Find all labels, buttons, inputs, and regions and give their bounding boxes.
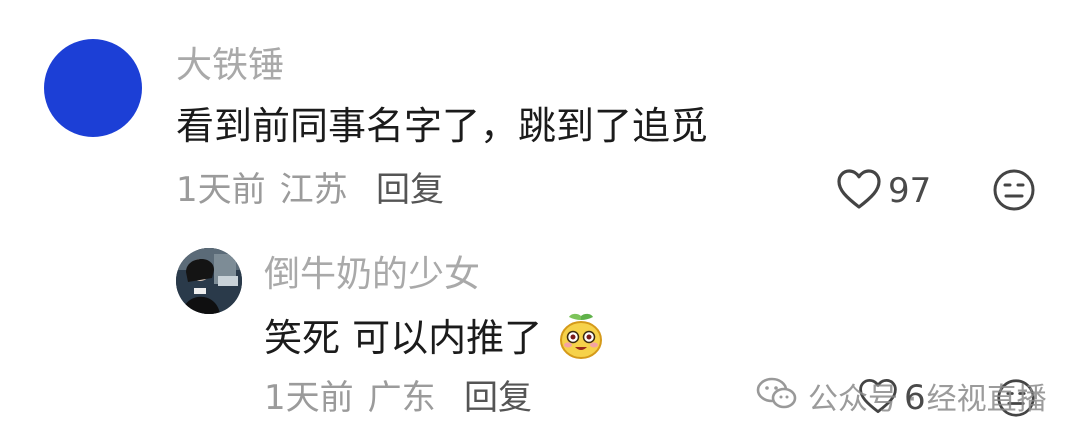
reply-button[interactable]: 回复: [376, 170, 444, 210]
watermark: 公众号 · 经视直播: [756, 376, 1047, 423]
reply-text: 笑死 可以内推了: [264, 316, 543, 360]
dislike-button[interactable]: [992, 168, 1036, 216]
reply-location: 广东: [367, 378, 436, 418]
reply-username[interactable]: 倒牛奶的少女: [264, 255, 480, 295]
comment-username[interactable]: 大铁锤: [176, 46, 284, 86]
heart-outline-icon: [836, 168, 882, 214]
meh-face-icon: [992, 169, 1036, 216]
reply-meta: 1天前 广东: [264, 378, 436, 418]
avatar[interactable]: [176, 248, 242, 314]
reply-button[interactable]: 回复: [464, 378, 532, 418]
comment-time: 1天前: [176, 170, 266, 210]
reply-time: 1天前: [264, 378, 354, 418]
comment-meta: 1天前 江苏: [176, 170, 348, 210]
comment-text: 看到前同事名字了，跳到了追觅: [176, 104, 709, 148]
smiling-mango-emoji: [558, 312, 604, 369]
comment-thread: 大铁锤 看到前同事名字了，跳到了追觅 1天前 江苏 回复 97 倒牛奶的少女 笑…: [0, 0, 1080, 441]
like-count: 97: [888, 171, 932, 211]
reply-text-row: 笑死 可以内推了: [264, 312, 604, 369]
watermark-text: 公众号 · 经视直播: [808, 381, 1047, 417]
avatar[interactable]: [44, 39, 142, 137]
like-button[interactable]: 97: [836, 168, 931, 214]
comment-location: 江苏: [279, 170, 348, 210]
wechat-icon: [756, 376, 798, 423]
